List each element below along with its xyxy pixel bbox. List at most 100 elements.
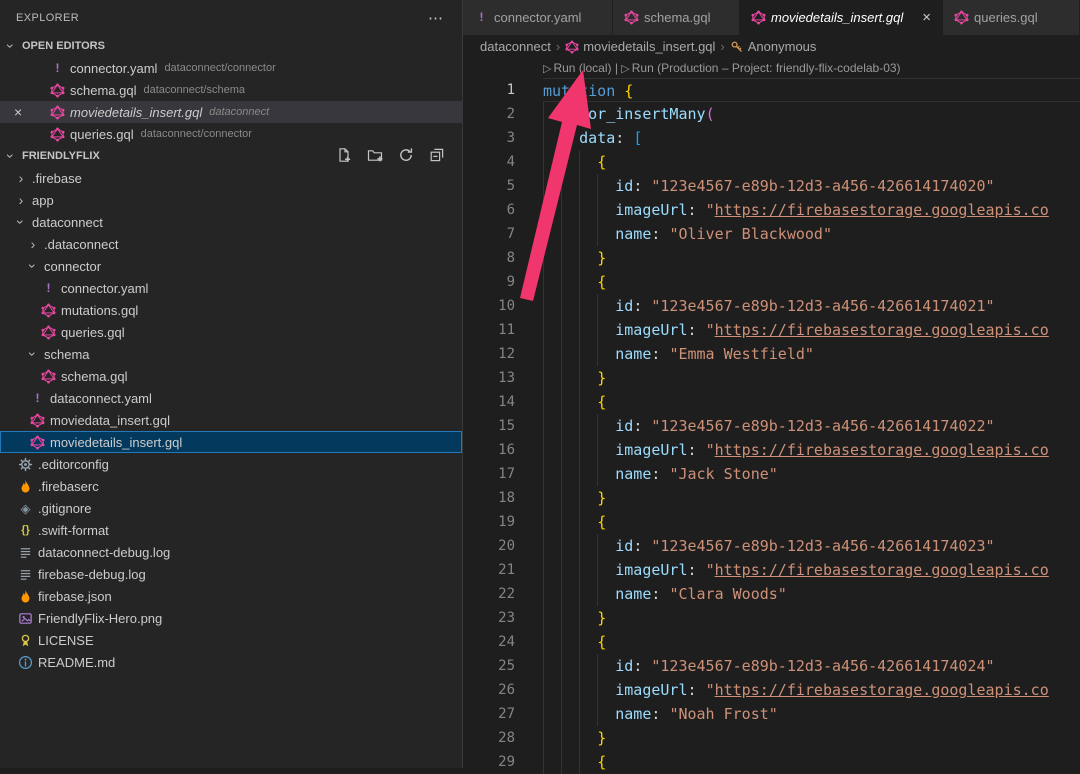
tab-moviedetails_insert.gql[interactable]: moviedetails_insert.gql × — [740, 0, 943, 35]
tree-file-firebase-debug.log[interactable]: firebase-debug.log — [0, 563, 462, 585]
open-editors-section-header[interactable]: › OPEN EDITORS — [0, 35, 462, 57]
close-icon[interactable]: × — [14, 104, 50, 120]
code-line-28[interactable]: 28 } — [463, 726, 1080, 750]
indent-guide — [561, 558, 562, 582]
breadcrumb-item-Anonymous[interactable]: Anonymous — [730, 39, 817, 54]
tree-file-queries.gql[interactable]: queries.gql — [0, 321, 462, 343]
code-line-20[interactable]: 20 id: "123e4567-e89b-12d3-a456-42661417… — [463, 534, 1080, 558]
tree-file-schema.gql[interactable]: schema.gql — [0, 365, 462, 387]
key-icon — [730, 40, 744, 54]
code-line-10[interactable]: 10 id: "123e4567-e89b-12d3-a456-42661417… — [463, 294, 1080, 318]
tree-file-.gitignore[interactable]: ◈.gitignore — [0, 497, 462, 519]
breadcrumb-item-dataconnect[interactable]: dataconnect — [480, 39, 551, 54]
code-line-29[interactable]: 29 { — [463, 750, 1080, 774]
tree-file-README.md[interactable]: README.md — [0, 651, 462, 673]
line-number: 24 — [463, 630, 515, 654]
open-editor-item[interactable]: schema.gql dataconnect/schema — [0, 79, 462, 101]
line-number: 12 — [463, 342, 515, 366]
code-line-16[interactable]: 16 imageUrl: "https://firebasestorage.go… — [463, 438, 1080, 462]
code-line-7[interactable]: 7 name: "Oliver Blackwood" — [463, 222, 1080, 246]
code-line-13[interactable]: 13 } — [463, 366, 1080, 390]
collapse-all-button[interactable] — [429, 147, 450, 166]
tree-folder-schema[interactable]: › schema — [0, 343, 462, 365]
code-line-14[interactable]: 14 { — [463, 390, 1080, 414]
tab-label: moviedetails_insert.gql — [771, 10, 903, 25]
code-line-3[interactable]: 3 data: [ — [463, 126, 1080, 150]
close-icon[interactable]: × — [914, 9, 931, 26]
explorer-sidebar: EXPLORER ⋯ › OPEN EDITORS ! connector.ya… — [0, 0, 463, 768]
tree-file-FriendlyFlix-Hero.png[interactable]: FriendlyFlix-Hero.png — [0, 607, 462, 629]
code-line-15[interactable]: 15 id: "123e4567-e89b-12d3-a456-42661417… — [463, 414, 1080, 438]
tree-folder-.firebase[interactable]: › .firebase — [0, 167, 462, 189]
code-line-18[interactable]: 18 } — [463, 486, 1080, 510]
open-editor-description: dataconnect/schema — [143, 84, 245, 96]
line-number: 14 — [463, 390, 515, 414]
line-number: 17 — [463, 462, 515, 486]
indent-guide — [561, 462, 562, 486]
tree-file-.firebaserc[interactable]: .firebaserc — [0, 475, 462, 497]
workspace-section-header[interactable]: › FRIENDLYFLIX — [0, 145, 462, 167]
tree-file-.editorconfig[interactable]: .editorconfig — [0, 453, 462, 475]
new-folder-button[interactable] — [367, 147, 388, 166]
code-line-19[interactable]: 19 { — [463, 510, 1080, 534]
code-line-17[interactable]: 17 name: "Jack Stone" — [463, 462, 1080, 486]
tree-file-moviedata_insert.gql[interactable]: moviedata_insert.gql — [0, 409, 462, 431]
code-line-22[interactable]: 22 name: "Clara Woods" — [463, 582, 1080, 606]
url-link[interactable]: https://firebasestorage.googleapis.co — [715, 321, 1049, 339]
tab-connector.yaml[interactable]: !connector.yaml — [463, 0, 613, 35]
breadcrumb-item-moviedetails_insert.gql[interactable]: moviedetails_insert.gql — [565, 39, 715, 54]
new-file-button[interactable] — [336, 147, 357, 166]
more-actions-icon[interactable]: ⋯ — [428, 9, 444, 27]
indent-guide — [597, 198, 598, 222]
code-line-11[interactable]: 11 imageUrl: "https://firebasestorage.go… — [463, 318, 1080, 342]
indent-guide — [543, 102, 544, 126]
code-line-5[interactable]: 5 id: "123e4567-e89b-12d3-a456-426614174… — [463, 174, 1080, 198]
open-editor-label: schema.gql — [70, 83, 136, 98]
indent-guide — [561, 174, 562, 198]
code-line-12[interactable]: 12 name: "Emma Westfield" — [463, 342, 1080, 366]
code-line-6[interactable]: 6 imageUrl: "https://firebasestorage.goo… — [463, 198, 1080, 222]
code-line-27[interactable]: 27 name: "Noah Frost" — [463, 702, 1080, 726]
tree-file-firebase.json[interactable]: firebase.json — [0, 585, 462, 607]
indent-guide — [561, 582, 562, 606]
tree-file-moviedetails_insert.gql[interactable]: moviedetails_insert.gql — [0, 431, 462, 453]
tree-file-dataconnect.yaml[interactable]: !dataconnect.yaml — [0, 387, 462, 409]
tree-folder-connector[interactable]: › connector — [0, 255, 462, 277]
refresh-button[interactable] — [398, 147, 419, 166]
tree-file-.swift-format[interactable]: {}.swift-format — [0, 519, 462, 541]
tree-file-mutations.gql[interactable]: mutations.gql — [0, 299, 462, 321]
open-editor-item[interactable]: × moviedetails_insert.gql dataconnect — [0, 101, 462, 123]
indent-guide — [579, 246, 580, 270]
code-line-24[interactable]: 24 { — [463, 630, 1080, 654]
indent-guide — [579, 342, 580, 366]
log-icon — [18, 545, 33, 560]
code-line-2[interactable]: 2 actor_insertMany( — [463, 102, 1080, 126]
code-line-25[interactable]: 25 id: "123e4567-e89b-12d3-a456-42661417… — [463, 654, 1080, 678]
tab-queries.gql[interactable]: queries.gql — [943, 0, 1080, 35]
tab-schema.gql[interactable]: schema.gql — [613, 0, 740, 35]
code-line-8[interactable]: 8 } — [463, 246, 1080, 270]
tree-file-LICENSE[interactable]: LICENSE — [0, 629, 462, 651]
code-line-1[interactable]: 1 mutation { — [463, 78, 1080, 102]
url-link[interactable]: https://firebasestorage.googleapis.co — [715, 561, 1049, 579]
codelens-run-local[interactable]: ▷Run (local) — [543, 61, 612, 75]
code-line-23[interactable]: 23 } — [463, 606, 1080, 630]
url-link[interactable]: https://firebasestorage.googleapis.co — [715, 201, 1049, 219]
url-link[interactable]: https://firebasestorage.googleapis.co — [715, 681, 1049, 699]
code-line-9[interactable]: 9 { — [463, 270, 1080, 294]
tree-folder-app[interactable]: › app — [0, 189, 462, 211]
tree-file-dataconnect-debug.log[interactable]: dataconnect-debug.log — [0, 541, 462, 563]
url-link[interactable]: https://firebasestorage.googleapis.co — [715, 441, 1049, 459]
code-line-26[interactable]: 26 imageUrl: "https://firebasestorage.go… — [463, 678, 1080, 702]
codelens-run-production[interactable]: ▷Run (Production – Project: friendly-fli… — [621, 61, 900, 75]
open-editor-item[interactable]: queries.gql dataconnect/connector — [0, 123, 462, 145]
indent-guide — [579, 654, 580, 678]
tree-folder-.dataconnect[interactable]: › .dataconnect — [0, 233, 462, 255]
open-editor-item[interactable]: ! connector.yaml dataconnect/connector — [0, 57, 462, 79]
tree-file-connector.yaml[interactable]: !connector.yaml — [0, 277, 462, 299]
indent-guide — [543, 678, 544, 702]
code-line-4[interactable]: 4 { — [463, 150, 1080, 174]
indent-guide — [543, 654, 544, 678]
code-line-21[interactable]: 21 imageUrl: "https://firebasestorage.go… — [463, 558, 1080, 582]
tree-folder-dataconnect[interactable]: › dataconnect — [0, 211, 462, 233]
